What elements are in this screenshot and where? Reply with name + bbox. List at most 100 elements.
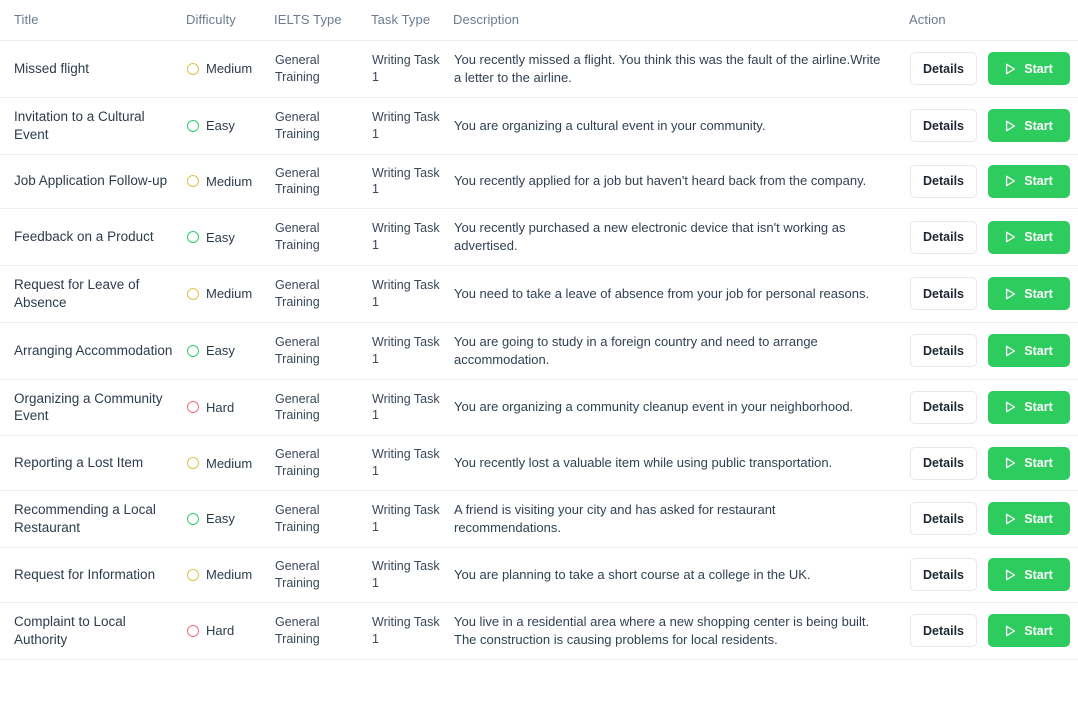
column-header-description: Description (453, 0, 909, 41)
table-row: Organizing a Community Event Hard General … (0, 379, 1078, 436)
table-header-row: Title Difficulty IELTS Type Task Type De… (0, 0, 1078, 41)
cell-ielts-type: General Training (275, 109, 320, 141)
details-button[interactable]: Details (910, 558, 977, 592)
start-button-label: Start (1024, 343, 1053, 358)
start-button-label: Start (1024, 230, 1053, 245)
column-header-task-type: Task Type (371, 0, 453, 41)
cell-ielts-type: General Training (275, 447, 320, 479)
cell-title: Invitation to a Cultural Event (14, 108, 145, 142)
play-icon (1005, 345, 1016, 357)
difficulty-circle-icon (187, 457, 199, 470)
start-button[interactable]: Start (988, 220, 1070, 254)
start-button[interactable]: Start (988, 502, 1070, 536)
difficulty-badge: Hard (187, 622, 266, 639)
details-button[interactable]: Details (910, 220, 977, 254)
difficulty-badge: Medium (187, 60, 266, 77)
difficulty-circle-icon (187, 344, 199, 357)
start-button[interactable]: Start (988, 277, 1070, 311)
action-button-group: Details Start (910, 334, 1070, 368)
cell-task-type: Writing Task 1 (372, 221, 440, 253)
details-button[interactable]: Details (910, 614, 977, 648)
start-button[interactable]: Start (988, 52, 1070, 86)
cell-task-type: Writing Task 1 (372, 391, 440, 423)
cell-action: Details Start (909, 154, 1078, 209)
cell-difficulty: Medium (186, 154, 274, 209)
table-row: Complaint to Local Authority Hard General … (0, 602, 1078, 659)
difficulty-circle-icon (187, 568, 199, 581)
start-button[interactable]: Start (988, 109, 1070, 143)
cell-title: Missed flight (14, 61, 90, 77)
cell-difficulty: Medium (186, 547, 274, 602)
cell-description: You live in a residential area where a n… (454, 613, 870, 647)
cell-description: You are going to study in a foreign coun… (454, 333, 818, 367)
start-button-label: Start (1024, 623, 1053, 638)
start-button[interactable]: Start (988, 614, 1070, 648)
start-button-label: Start (1024, 61, 1053, 76)
difficulty-circle-icon (187, 624, 199, 637)
details-button[interactable]: Details (910, 164, 977, 198)
cell-task-type: Writing Task 1 (372, 109, 440, 141)
cell-action: Details Start (909, 41, 1078, 98)
start-button[interactable]: Start (988, 446, 1070, 480)
task-table: Title Difficulty IELTS Type Task Type De… (0, 0, 1078, 660)
cell-ielts-type: General Training (275, 53, 320, 84)
details-button[interactable]: Details (910, 334, 977, 368)
cell-action: Details Start (909, 436, 1078, 491)
difficulty-badge: Medium (187, 285, 266, 302)
difficulty-label: Easy (206, 511, 235, 527)
cell-task-type: Writing Task 1 (372, 278, 440, 309)
cell-ielts-type: General Training (275, 334, 320, 366)
details-button[interactable]: Details (910, 446, 977, 480)
cell-difficulty: Easy (186, 322, 274, 379)
table-row: Missed flight Medium General Training Writi… (0, 41, 1078, 98)
cell-ielts-type: General Training (275, 165, 320, 197)
table-row: Request for Leave of Absence Medium Genera… (0, 266, 1078, 323)
play-icon (1005, 120, 1016, 132)
action-button-group: Details Start (910, 390, 1070, 424)
difficulty-badge: Easy (187, 342, 266, 359)
play-icon (1005, 231, 1016, 243)
start-button-label: Start (1024, 118, 1053, 133)
difficulty-badge: Hard (187, 399, 266, 416)
difficulty-badge: Medium (187, 566, 266, 583)
start-button[interactable]: Start (988, 390, 1070, 424)
details-button[interactable]: Details (910, 390, 977, 424)
action-button-group: Details Start (910, 109, 1070, 143)
play-icon (1005, 569, 1016, 581)
difficulty-label: Medium (206, 61, 253, 77)
cell-ielts-type: General Training (275, 278, 320, 309)
cell-difficulty: Medium (186, 266, 274, 323)
difficulty-label: Easy (206, 343, 235, 359)
table-row: Job Application Follow-up Medium General T… (0, 154, 1078, 209)
details-button[interactable]: Details (910, 502, 977, 536)
table-row: Recommending a Local Restaurant Easy Gener… (0, 491, 1078, 548)
start-button-label: Start (1024, 511, 1053, 526)
details-button[interactable]: Details (910, 52, 977, 86)
table-body: Missed flight Medium General Training Writi… (0, 41, 1078, 659)
cell-title: Feedback on a Product (14, 229, 154, 245)
start-button[interactable]: Start (988, 334, 1070, 368)
cell-description: You need to take a leave of absence from… (454, 285, 870, 301)
cell-task-type: Writing Task 1 (372, 503, 440, 534)
cell-task-type: Writing Task 1 (372, 53, 440, 84)
details-button[interactable]: Details (910, 109, 977, 143)
action-button-group: Details Start (910, 52, 1070, 86)
cell-title: Job Application Follow-up (14, 173, 168, 189)
table-row: Request for Information Medium General Tra… (0, 547, 1078, 603)
play-icon (1005, 401, 1016, 413)
cell-ielts-type: General Training (275, 221, 320, 253)
cell-difficulty: Medium (186, 41, 274, 98)
start-button-label: Start (1024, 400, 1053, 415)
start-button[interactable]: Start (988, 558, 1070, 592)
cell-difficulty: Easy (186, 491, 274, 548)
cell-description: You recently missed a flight. You think … (454, 52, 881, 85)
column-header-title: Title (0, 0, 186, 41)
cell-task-type: Writing Task 1 (372, 614, 440, 646)
difficulty-circle-icon (187, 175, 199, 188)
details-button[interactable]: Details (910, 277, 977, 311)
cell-task-type: Writing Task 1 (372, 447, 440, 479)
difficulty-badge: Medium (187, 173, 266, 190)
start-button[interactable]: Start (988, 164, 1070, 198)
action-button-group: Details Start (910, 164, 1070, 198)
column-header-ielts-type: IELTS Type (274, 0, 371, 41)
